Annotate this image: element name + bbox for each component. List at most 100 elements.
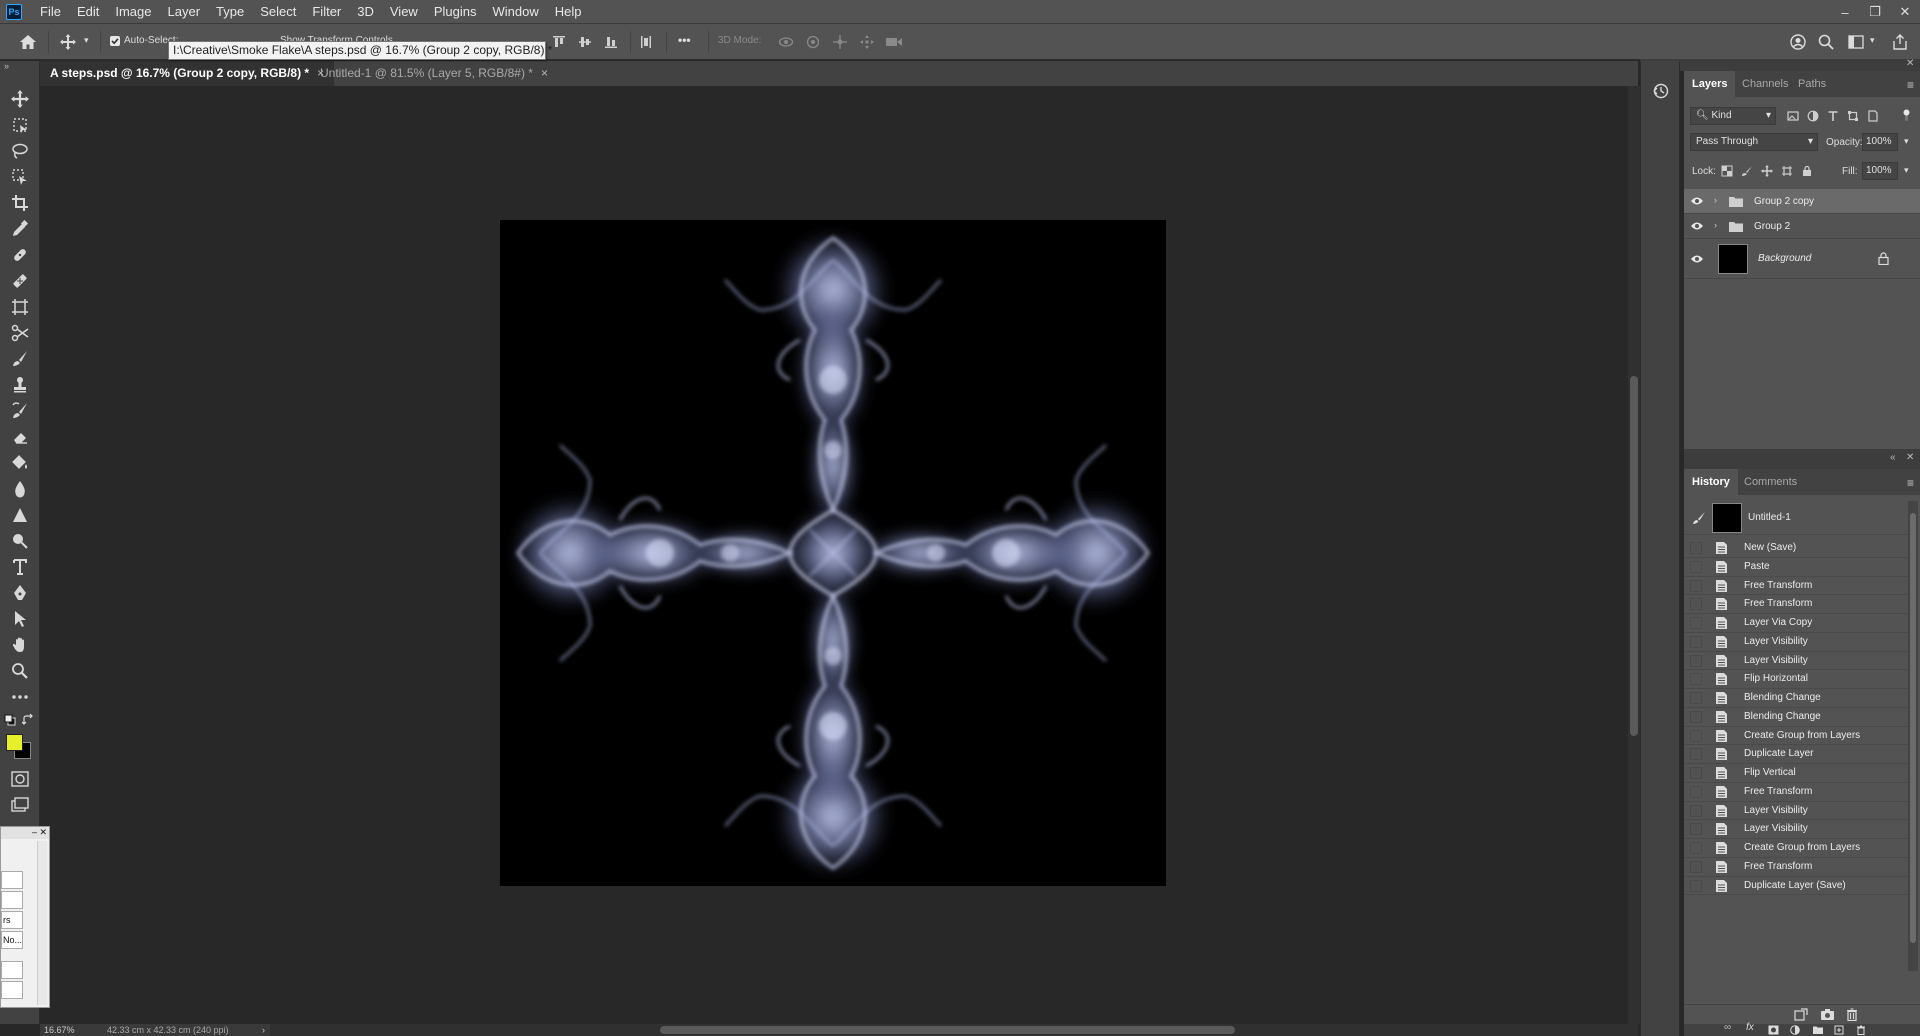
- scissors-tool-icon[interactable]: [8, 321, 32, 345]
- new-document-from-state-icon[interactable]: [1794, 1008, 1808, 1021]
- new-layer-icon[interactable]: [1834, 1025, 1844, 1035]
- history-source-checkbox[interactable]: [1690, 692, 1702, 704]
- history-state-row[interactable]: Free Transform: [1684, 577, 1910, 596]
- history-brush-tool-icon[interactable]: [8, 399, 32, 423]
- filter-adjustment-icon[interactable]: [1806, 109, 1820, 123]
- default-colors-icon[interactable]: [4, 714, 16, 726]
- 3d-roll-icon[interactable]: [803, 32, 823, 52]
- visibility-eye-icon[interactable]: [1690, 253, 1704, 265]
- distribute-icon[interactable]: [636, 32, 656, 52]
- frame-tool-icon[interactable]: [8, 295, 32, 319]
- history-state-row[interactable]: Duplicate Layer: [1684, 745, 1910, 764]
- opacity-input[interactable]: 100%: [1862, 133, 1898, 151]
- screen-mode-icon[interactable]: [8, 793, 32, 817]
- history-brush-source-icon[interactable]: [1692, 511, 1706, 525]
- history-source-checkbox[interactable]: [1690, 579, 1702, 592]
- menu-view[interactable]: View: [382, 0, 426, 24]
- workspace-icon[interactable]: [1846, 32, 1866, 52]
- delete-layer-icon[interactable]: [1856, 1025, 1866, 1035]
- new-snapshot-icon[interactable]: [1820, 1008, 1835, 1021]
- history-source-checkbox[interactable]: [1690, 804, 1702, 817]
- filter-type-icon[interactable]: [1826, 109, 1840, 123]
- restore-button[interactable]: ❐: [1860, 0, 1890, 24]
- path-selection-tool-icon[interactable]: [8, 607, 32, 631]
- crop-tool-icon[interactable]: [8, 191, 32, 215]
- history-state-row[interactable]: Flip Vertical: [1684, 764, 1910, 783]
- delete-state-icon[interactable]: [1846, 1008, 1858, 1021]
- lock-all-icon[interactable]: [1800, 164, 1814, 178]
- visibility-eye-icon[interactable]: [1690, 220, 1704, 232]
- brush-tool-icon[interactable]: [8, 347, 32, 371]
- object-selection-tool-icon[interactable]: [8, 165, 32, 189]
- history-source-checkbox[interactable]: [1690, 842, 1702, 854]
- history-state-row[interactable]: Free Transform: [1684, 595, 1910, 614]
- history-source-checkbox[interactable]: [1690, 748, 1702, 761]
- layer-style-icon[interactable]: fx: [1746, 1022, 1754, 1033]
- close-window-button[interactable]: ✕: [1890, 0, 1920, 24]
- foreground-color-swatch[interactable]: [6, 734, 23, 751]
- history-source-checkbox[interactable]: [1690, 785, 1702, 798]
- dialog-field[interactable]: No...: [1, 931, 23, 949]
- chevron-down-icon[interactable]: ▾: [84, 35, 89, 46]
- expand-group-icon[interactable]: ›: [1714, 220, 1717, 230]
- align-middle-icon[interactable]: [575, 32, 595, 52]
- quick-mask-icon[interactable]: [8, 767, 32, 791]
- fill-chevron-icon[interactable]: ▾: [1904, 165, 1909, 176]
- history-source-checkbox[interactable]: [1690, 860, 1702, 873]
- link-layers-icon[interactable]: ∞: [1724, 1022, 1731, 1033]
- history-source-checkbox[interactable]: [1690, 542, 1702, 554]
- layer-row-group-2[interactable]: › Group 2: [1684, 214, 1920, 239]
- minimize-button[interactable]: –: [1830, 0, 1860, 24]
- tab-untitled-1[interactable]: Untitled-1 @ 81.5% (Layer 5, RGB/8#) * ×: [310, 61, 558, 86]
- lock-position-icon[interactable]: [1760, 164, 1774, 178]
- menu-help[interactable]: Help: [547, 0, 590, 24]
- add-mask-icon[interactable]: [1768, 1025, 1779, 1035]
- properties-panel-icon[interactable]: [1650, 80, 1672, 102]
- history-source-checkbox[interactable]: [1690, 879, 1702, 892]
- history-state-row[interactable]: Create Group from Layers: [1684, 839, 1910, 858]
- dodge-tool-icon[interactable]: [8, 529, 32, 553]
- expand-group-icon[interactable]: ›: [1714, 195, 1717, 205]
- close-tab-icon[interactable]: ×: [541, 66, 548, 80]
- tab-layers[interactable]: Layers: [1684, 71, 1736, 97]
- menu-filter[interactable]: Filter: [304, 0, 349, 24]
- layer-row-group-2-copy[interactable]: › Group 2 copy: [1684, 189, 1920, 214]
- paint-bucket-tool-icon[interactable]: [8, 451, 32, 475]
- lasso-tool-icon[interactable]: [8, 139, 32, 163]
- 3d-slide-icon[interactable]: [857, 32, 877, 52]
- hand-tool-icon[interactable]: [8, 633, 32, 657]
- close-dock-icon[interactable]: ✕: [1906, 58, 1914, 69]
- dialog-field[interactable]: [1, 891, 23, 909]
- menu-plugins[interactable]: Plugins: [426, 0, 485, 24]
- edit-toolbar-icon[interactable]: [8, 685, 32, 709]
- history-state-row[interactable]: Layer Visibility: [1684, 802, 1910, 821]
- history-snapshot-row[interactable]: Untitled-1: [1684, 501, 1910, 535]
- search-icon[interactable]: [1816, 32, 1836, 52]
- collapse-tools-icon[interactable]: »: [0, 61, 40, 73]
- zoom-level[interactable]: 16.67%: [44, 1024, 75, 1036]
- 3d-orbit-icon[interactable]: [776, 32, 796, 52]
- type-tool-icon[interactable]: [8, 555, 32, 579]
- history-state-row[interactable]: Flip Horizontal: [1684, 670, 1910, 689]
- history-source-checkbox[interactable]: [1690, 635, 1702, 648]
- panel-menu-icon[interactable]: ≡: [1907, 78, 1914, 92]
- move-tool-icon[interactable]: [8, 87, 32, 111]
- home-icon[interactable]: [18, 32, 38, 52]
- history-state-row[interactable]: Duplicate Layer (Save): [1684, 877, 1910, 896]
- filter-toggle[interactable]: [1900, 109, 1914, 123]
- filter-smart-object-icon[interactable]: [1866, 109, 1880, 123]
- eraser-tool-icon[interactable]: [8, 425, 32, 449]
- workspace-chevron-icon[interactable]: ▾: [1870, 35, 1875, 46]
- history-source-checkbox[interactable]: [1690, 767, 1702, 779]
- history-state-row[interactable]: Layer Visibility: [1684, 820, 1910, 839]
- history-source-checkbox[interactable]: [1690, 617, 1702, 629]
- history-scrollbar-thumb[interactable]: [1910, 513, 1916, 943]
- menu-3d[interactable]: 3D: [349, 0, 382, 24]
- tab-paths[interactable]: Paths: [1790, 71, 1834, 97]
- history-state-row[interactable]: Layer Visibility: [1684, 652, 1910, 671]
- dialog-field[interactable]: [1, 871, 23, 889]
- collapse-panels-icon[interactable]: «: [1890, 452, 1896, 463]
- history-state-row[interactable]: Blending Change: [1684, 708, 1910, 727]
- artboard-tool-icon[interactable]: [8, 113, 32, 137]
- history-source-checkbox[interactable]: [1690, 710, 1702, 723]
